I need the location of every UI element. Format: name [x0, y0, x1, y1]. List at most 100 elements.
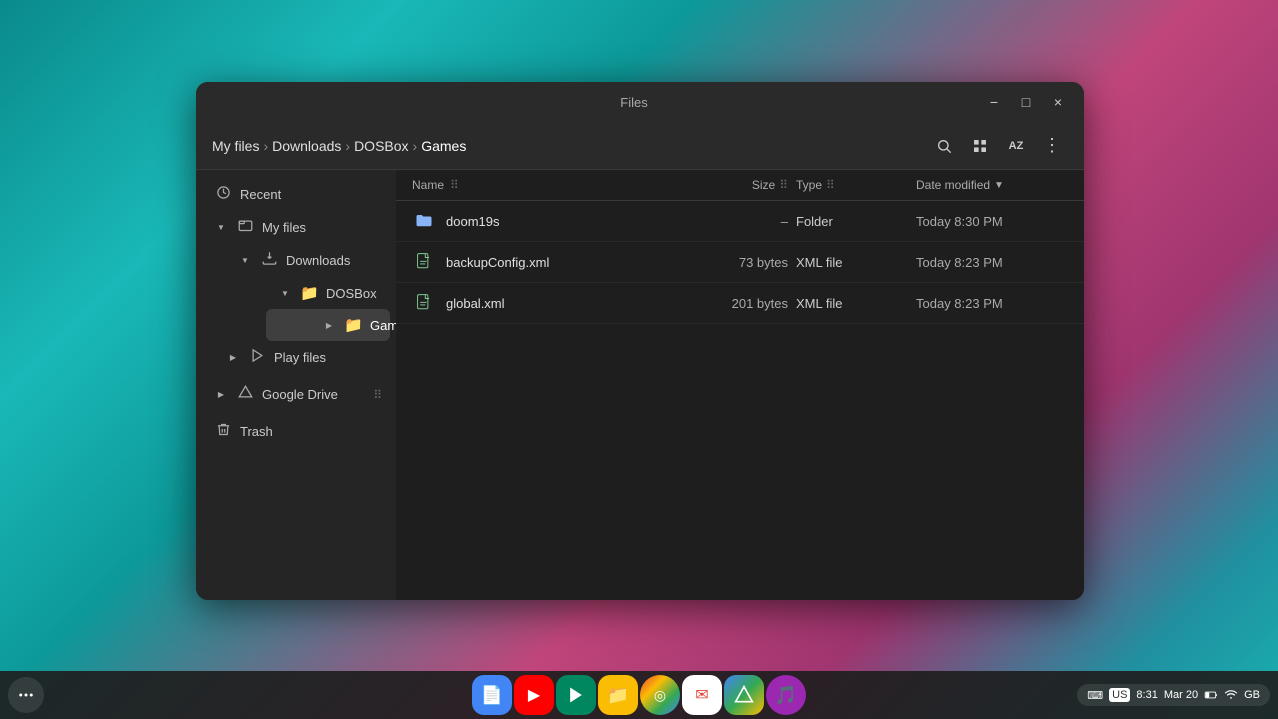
sidebar-recent-label: Recent	[240, 187, 281, 202]
taskbar-time: 8:31	[1136, 689, 1157, 701]
folder-icon	[412, 209, 436, 233]
breadcrumb-games[interactable]: Games	[421, 138, 466, 154]
sidebar-games-label: Games	[370, 318, 396, 333]
sidebar-googledrive-label: Google Drive	[262, 387, 338, 402]
taskbar-app-drive[interactable]	[724, 675, 764, 715]
col-name-header[interactable]: Name ⠿	[412, 178, 688, 192]
grid-view-button[interactable]	[964, 130, 996, 162]
system-tray[interactable]: ⌨ US 8:31 Mar 20 GB	[1077, 684, 1270, 706]
taskbar-app-docs[interactable]: 📄	[472, 675, 512, 715]
googledrive-icon	[236, 385, 254, 404]
play-store-icon	[566, 685, 586, 705]
window-title: Files	[620, 95, 647, 110]
taskbar-left	[8, 677, 44, 713]
googledrive-expand-icon	[214, 388, 228, 402]
sidebar-group-myfiles: My files Downloads	[196, 211, 396, 374]
titlebar: Files − □ ×	[196, 82, 1084, 122]
date-col-label: Date modified	[916, 178, 990, 192]
sidebar-item-dosbox[interactable]: 📁 DOSBox	[266, 277, 390, 309]
keyboard-layout-icon: US	[1109, 688, 1130, 702]
close-button[interactable]: ×	[1044, 88, 1072, 116]
podcast-icon: 🎵	[775, 685, 797, 706]
dosbox-folder-icon: 📁	[300, 284, 318, 302]
table-row[interactable]: global.xml 201 bytes XML file Today 8:23…	[396, 283, 1084, 324]
sort-button[interactable]: AZ	[1000, 130, 1032, 162]
taskbar-app-chrome[interactable]: ◎	[640, 675, 680, 715]
sidebar-item-downloads[interactable]: Downloads	[226, 244, 390, 277]
playfiles-icon	[248, 348, 266, 367]
myfiles-icon	[236, 218, 254, 237]
minimize-button[interactable]: −	[980, 88, 1008, 116]
file-list: Name ⠿ Size ⠿ Type ⠿ Date modified ▼	[396, 170, 1084, 600]
wifi-icon	[1224, 688, 1238, 702]
file-manager-window: Files − □ × My files › Downloads › DOSBo…	[196, 82, 1084, 600]
file-size-doom19s: –	[688, 214, 788, 229]
file-type-globalxml: XML file	[788, 296, 908, 311]
docs-icon: 📄	[481, 685, 503, 706]
desktop: Files − □ × My files › Downloads › DOSBo…	[0, 0, 1278, 719]
size-col-label: Size	[752, 178, 775, 192]
taskbar-app-podcast[interactable]: 🎵	[766, 675, 806, 715]
breadcrumb-sep-1: ›	[263, 138, 268, 154]
downloads-icon	[260, 251, 278, 270]
breadcrumb-sep-3: ›	[413, 138, 418, 154]
breadcrumb-my-files[interactable]: My files	[212, 138, 259, 154]
search-button[interactable]	[928, 130, 960, 162]
games-folder-icon: 📁	[344, 316, 362, 334]
playfiles-expand-icon	[226, 351, 240, 365]
file-name-globalxml: global.xml	[446, 296, 688, 311]
taskbar-app-youtube[interactable]: ▶	[514, 675, 554, 715]
date-sort-icon: ▼	[994, 180, 1004, 191]
chrome-icon: ◎	[654, 687, 666, 704]
sidebar-trash-label: Trash	[240, 424, 273, 439]
sidebar-downloads-label: Downloads	[286, 253, 350, 268]
file-size-backupconfig: 73 bytes	[688, 255, 788, 270]
taskbar-app-gmail[interactable]: ✉	[682, 675, 722, 715]
header: My files › Downloads › DOSBox › Games AZ…	[196, 122, 1084, 170]
battery-icon	[1204, 688, 1218, 702]
maximize-button[interactable]: □	[1012, 88, 1040, 116]
col-date-header[interactable]: Date modified ▼	[908, 178, 1068, 192]
col-size-header[interactable]: Size ⠿	[688, 178, 788, 192]
file-size-globalxml: 201 bytes	[688, 296, 788, 311]
file-name-backupconfig: backupConfig.xml	[446, 255, 688, 270]
file-type-doom19s: Folder	[788, 214, 908, 229]
launcher-button[interactable]	[8, 677, 44, 713]
breadcrumb-downloads[interactable]: Downloads	[272, 138, 341, 154]
youtube-icon: ▶	[528, 685, 540, 705]
sidebar-group-downloads: Downloads 📁 DOSBox	[196, 244, 396, 341]
sidebar-dosbox-label: DOSBox	[326, 286, 377, 301]
sidebar-item-recent[interactable]: Recent	[202, 178, 390, 211]
taskbar-app-files[interactable]: 📁	[598, 675, 638, 715]
myfiles-expand-icon	[214, 221, 228, 235]
recent-icon	[214, 185, 232, 204]
sidebar-item-trash[interactable]: Trash	[202, 415, 390, 448]
taskbar-date: Mar 20	[1164, 689, 1198, 701]
table-row[interactable]: doom19s – Folder Today 8:30 PM	[396, 201, 1084, 242]
titlebar-controls: − □ ×	[980, 88, 1072, 116]
table-row[interactable]: backupConfig.xml 73 bytes XML file Today…	[396, 242, 1084, 283]
file-date-backupconfig: Today 8:23 PM	[908, 255, 1068, 270]
header-actions: AZ ⋮	[928, 130, 1068, 162]
taskbar-center: 📄 ▶ 📁 ◎ ✉ 🎵	[472, 675, 806, 715]
col-type-header[interactable]: Type ⠿	[788, 178, 908, 192]
file-list-header: Name ⠿ Size ⠿ Type ⠿ Date modified ▼	[396, 170, 1084, 201]
breadcrumb: My files › Downloads › DOSBox › Games	[212, 138, 920, 154]
sidebar-item-googledrive[interactable]: Google Drive ⠿	[202, 378, 390, 411]
games-expand-icon	[322, 318, 336, 332]
file-date-globalxml: Today 8:23 PM	[908, 296, 1068, 311]
sidebar-group-dosbox: 📁 DOSBox 📁 Games	[220, 277, 396, 341]
sidebar-playfiles-label: Play files	[274, 350, 326, 365]
taskbar-app-play[interactable]	[556, 675, 596, 715]
dosbox-expand-icon	[278, 286, 292, 300]
sidebar-item-games[interactable]: 📁 Games	[266, 309, 390, 341]
xml-file-icon	[412, 250, 436, 274]
sidebar-myfiles-label: My files	[262, 220, 306, 235]
more-button[interactable]: ⋮	[1036, 130, 1068, 162]
gb-label: GB	[1244, 689, 1260, 701]
breadcrumb-dosbox[interactable]: DOSBox	[354, 138, 408, 154]
main-content: Recent My files	[196, 170, 1084, 600]
sidebar-item-myfiles[interactable]: My files	[202, 211, 390, 244]
breadcrumb-sep-2: ›	[345, 138, 350, 154]
sidebar-item-playfiles[interactable]: Play files	[202, 341, 390, 374]
